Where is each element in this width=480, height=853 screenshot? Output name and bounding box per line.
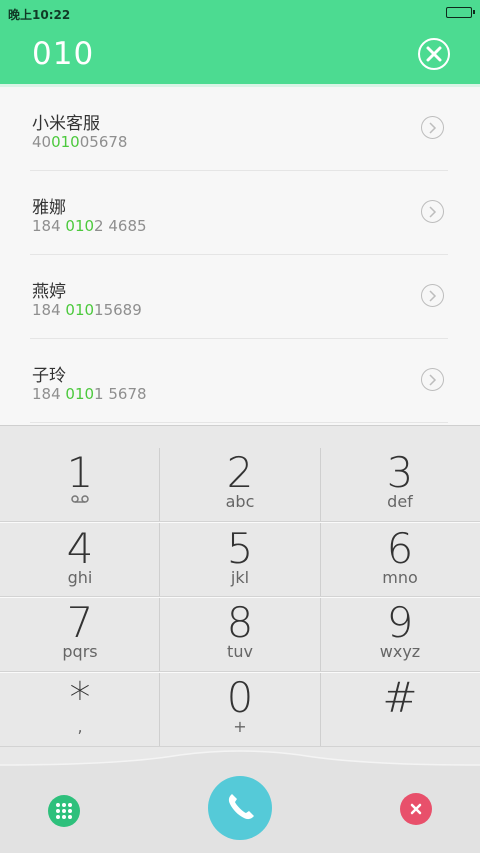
dialed-number-field[interactable]: 010 <box>32 36 94 72</box>
key-9[interactable]: 9 wxyz <box>320 576 480 660</box>
contact-detail-button[interactable] <box>421 368 444 391</box>
list-item[interactable]: 雅娜 184 0102 4685 <box>30 171 448 255</box>
key-2[interactable]: 2 abc <box>160 426 320 510</box>
contact-name: 燕婷 <box>32 282 66 302</box>
contact-name: 子玲 <box>32 366 66 386</box>
close-icon <box>426 46 442 62</box>
key-star[interactable]: * , <box>0 651 160 735</box>
key-7[interactable]: 7 pqrs <box>0 576 160 660</box>
clear-input-button[interactable] <box>418 38 450 70</box>
key-8[interactable]: 8 tuv <box>160 576 320 660</box>
keypad-toggle-button[interactable] <box>48 795 80 827</box>
dial-keypad: 1 2 abc 3 def 4 ghi 5 jkl 6 mno 7 pqrs 8… <box>0 425 480 765</box>
key-5[interactable]: 5 jkl <box>160 502 320 586</box>
chevron-right-icon <box>429 374 437 386</box>
key-0[interactable]: 0 + <box>160 651 320 735</box>
list-item[interactable]: 燕婷 184 01015689 <box>30 255 448 339</box>
contact-number: 184 0102 4685 <box>32 217 147 235</box>
contact-detail-button[interactable] <box>421 200 444 223</box>
keypad-divider <box>0 746 480 747</box>
key-4[interactable]: 4 ghi <box>0 502 160 586</box>
key-hash[interactable]: # <box>320 651 480 727</box>
list-item[interactable]: 子玲 184 0101 5678 <box>30 339 448 423</box>
status-bar: 晚上10:22 <box>0 0 480 26</box>
list-item[interactable]: 小米客服 4001005678 <box>30 87 448 171</box>
contact-name: 雅娜 <box>32 198 66 218</box>
key-1[interactable]: 1 <box>0 426 160 503</box>
contact-name: 小米客服 <box>32 114 100 134</box>
dialer-header: 晚上10:22 010 <box>0 0 480 84</box>
contact-detail-button[interactable] <box>421 284 444 307</box>
dialpad-icon <box>56 803 72 819</box>
wave-divider <box>0 750 480 769</box>
chevron-right-icon <box>429 206 437 218</box>
key-6[interactable]: 6 mno <box>320 502 480 586</box>
call-button[interactable] <box>208 776 272 840</box>
contact-detail-button[interactable] <box>421 116 444 139</box>
contact-match-list: 小米客服 4001005678 雅娜 184 0102 4685 燕婷 184 … <box>0 87 480 425</box>
battery-icon <box>446 7 475 18</box>
close-icon <box>410 803 422 815</box>
chevron-right-icon <box>429 122 437 134</box>
contact-number: 184 0101 5678 <box>32 385 147 403</box>
key-3[interactable]: 3 def <box>320 426 480 510</box>
contact-number: 4001005678 <box>32 133 128 151</box>
contact-number: 184 01015689 <box>32 301 142 319</box>
status-time: 晚上10:22 <box>8 8 71 22</box>
phone-icon <box>228 794 254 820</box>
chevron-right-icon <box>429 290 437 302</box>
delete-button[interactable] <box>400 793 432 825</box>
